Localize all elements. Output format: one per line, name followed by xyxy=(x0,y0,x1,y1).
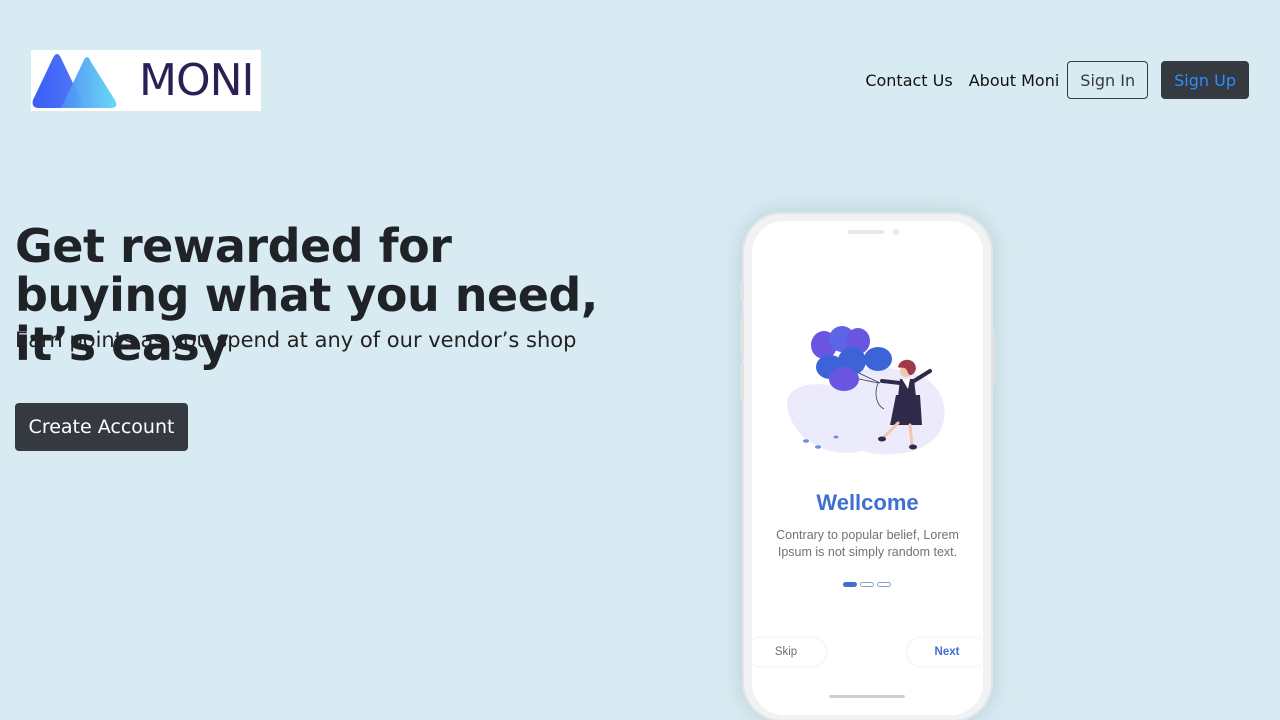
welcome-description: Contrary to popular belief, Lorem Ipsum … xyxy=(776,528,959,559)
phone-speaker xyxy=(848,230,884,234)
sign-up-button[interactable]: Sign Up xyxy=(1161,61,1249,99)
phone-volume-down-button xyxy=(740,364,744,400)
home-indicator xyxy=(829,695,905,698)
phone-side-button xyxy=(740,282,744,300)
logo-mark-icon xyxy=(32,54,117,108)
nav-about-moni-link[interactable]: About Moni xyxy=(961,71,1068,90)
top-nav: Contact Us About Moni Sign In Sign Up xyxy=(857,61,1249,99)
phone-mockup: Wellcome Contrary to popular belief, Lor… xyxy=(740,212,995,720)
pager-dot-2[interactable] xyxy=(860,582,874,587)
phone-camera-icon xyxy=(893,229,899,235)
welcome-title: Wellcome xyxy=(816,490,919,515)
create-account-button[interactable]: Create Account xyxy=(15,403,188,451)
nav-contact-us-link[interactable]: Contact Us xyxy=(857,71,960,90)
moni-logo[interactable]: MONI xyxy=(31,50,261,111)
woman-with-balloons-illustration-icon xyxy=(786,326,945,455)
onboarding-pager xyxy=(843,582,891,587)
pager-dot-3[interactable] xyxy=(877,582,891,587)
pager-dot-1[interactable] xyxy=(843,582,857,587)
phone-power-button xyxy=(991,330,995,386)
phone-volume-up-button xyxy=(740,318,744,354)
phone-screen: Wellcome Contrary to popular belief, Lor… xyxy=(752,221,983,715)
logo-text: MONI xyxy=(139,54,254,106)
sign-in-button[interactable]: Sign In xyxy=(1067,61,1149,99)
skip-button[interactable]: Skip xyxy=(752,638,826,666)
hero-subtitle: Earn points as you spend at any of our v… xyxy=(15,328,577,352)
next-button[interactable]: Next xyxy=(907,638,983,666)
